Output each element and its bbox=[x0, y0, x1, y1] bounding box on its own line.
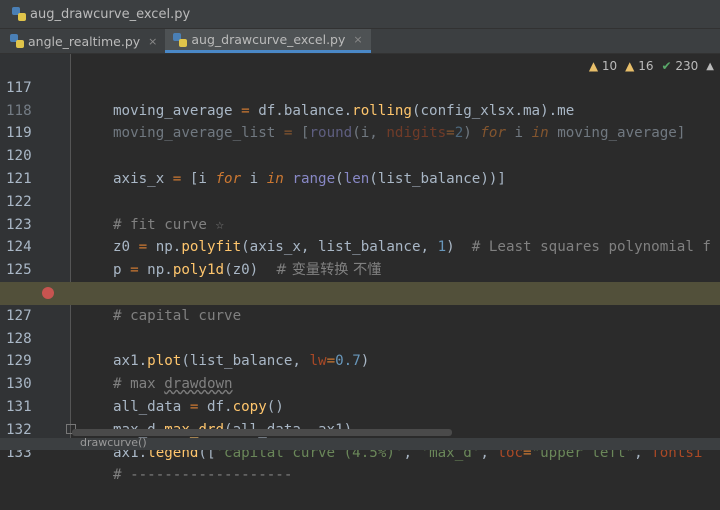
code-line: 129 # max drawdown bbox=[0, 328, 720, 392]
horizontal-scrollbar[interactable] bbox=[72, 429, 452, 436]
tab-angle-realtime[interactable]: angle_realtime.py × bbox=[0, 29, 165, 53]
python-file-icon bbox=[10, 34, 24, 48]
chevron-up-icon[interactable]: ▲ bbox=[706, 61, 714, 72]
warning-indicator[interactable]: ▲ 10 bbox=[589, 59, 617, 73]
code-comment[interactable]: # ------------------- bbox=[113, 464, 292, 487]
code-line: 118 moving_average_list = [round(i, ndig… bbox=[0, 77, 720, 142]
code-line: 119 bbox=[0, 100, 720, 141]
current-line: 127 ax1.plot(list_balance, lw=0.7) bbox=[0, 282, 720, 369]
warning-icon: ▲ bbox=[625, 59, 635, 73]
close-icon[interactable]: × bbox=[353, 33, 362, 46]
code-line: 130 all_data = df.copy() bbox=[0, 350, 720, 415]
python-file-icon bbox=[173, 32, 188, 47]
inspection-widget[interactable]: ▲ 10 ▲ 16 ✔ 230 ▲ bbox=[582, 59, 714, 73]
breadcrumb-bar: drawcurve() bbox=[0, 436, 720, 450]
tab-label: aug_drawcurve_excel.py bbox=[191, 32, 346, 47]
code-editor[interactable]: 117 moving_average = df.balance.rolling(… bbox=[0, 54, 720, 483]
passed-indicator[interactable]: ✔ 230 bbox=[662, 59, 699, 73]
code-line: 120 axis_x = [i for i in range(len(list_… bbox=[0, 122, 720, 187]
title-bar: aug_drawcurve_excel.py bbox=[0, 0, 720, 29]
code-line: 128 bbox=[0, 305, 720, 347]
close-icon[interactable]: × bbox=[148, 35, 157, 48]
editor-tab-bar: angle_realtime.py × aug_drawcurve_excel.… bbox=[0, 29, 720, 54]
window-title: aug_drawcurve_excel.py bbox=[30, 6, 191, 22]
code-line: 126 # capital curve bbox=[0, 259, 720, 324]
breakpoint-icon[interactable] bbox=[42, 287, 54, 299]
code-line: 132 ax1.legend(['capital curve (4.5%)', … bbox=[0, 396, 720, 461]
code-line: 121 bbox=[0, 145, 720, 187]
code-line: 124 p = np.poly1d(z0) # 变量转换 不懂 bbox=[0, 214, 720, 278]
breadcrumb[interactable]: drawcurve() bbox=[80, 436, 147, 449]
python-file-icon bbox=[12, 7, 26, 21]
code-line: 123 z0 = np.polyfit(axis_x, list_balance… bbox=[0, 191, 720, 256]
tab-aug-drawcurve-excel[interactable]: aug_drawcurve_excel.py × bbox=[165, 29, 371, 53]
code-line: 122 # fit curve ☆ bbox=[0, 168, 720, 233]
tab-label: angle_realtime.py bbox=[28, 33, 141, 49]
warning-icon: ▲ bbox=[588, 59, 599, 73]
code-line: 125 bbox=[0, 236, 720, 278]
check-icon: ✔ bbox=[661, 59, 672, 73]
code-line: 131 max_d.max_drd(all_data, ax1) bbox=[0, 373, 720, 438]
weak-warning-indicator[interactable]: ▲ 16 bbox=[625, 59, 653, 73]
